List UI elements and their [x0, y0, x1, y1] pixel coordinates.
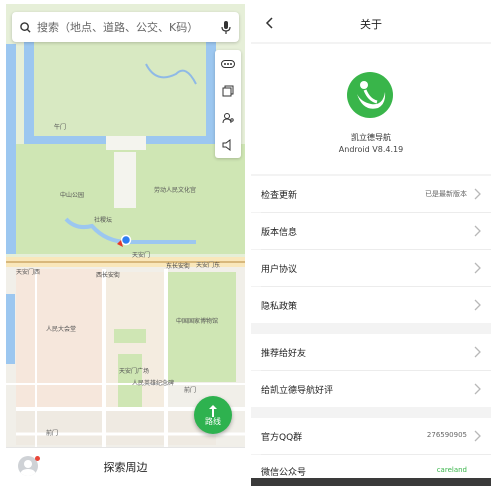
map-label-tiananmen-west: 天安门西 [16, 269, 41, 276]
app-version: Android V8.4.19 [338, 145, 404, 154]
search-input[interactable]: 搜索（地点、道路、公交、K码） [37, 19, 221, 35]
speaker-button[interactable] [217, 134, 239, 156]
microphone-icon[interactable] [221, 20, 231, 34]
map-label-xiangeting: 社稷坛 [94, 217, 113, 224]
map-label-subway-station: 前门 [46, 430, 59, 437]
chevron-right-icon [474, 383, 481, 395]
row-qq-group[interactable]: 官方QQ群 276590905 [251, 418, 491, 454]
explore-bar[interactable]: 探索周边 [6, 447, 245, 486]
row-label: 用户协议 [261, 265, 298, 275]
map-label-museum: 中国国家博物馆 [176, 318, 219, 325]
row-label: 官方QQ群 [261, 433, 303, 443]
speaker-icon [222, 138, 231, 151]
row-value: 276590905 [426, 431, 467, 439]
nav-bar: 关于 [251, 4, 491, 42]
map-label-tiananmen: 天安门 [132, 252, 151, 259]
layers-icon [222, 85, 234, 96]
row-recommend-friends[interactable]: 推荐给好友 [251, 334, 491, 370]
more-icon [221, 59, 235, 68]
chevron-right-icon [474, 225, 481, 237]
chevron-right-icon [474, 430, 481, 442]
route-button-label: 路线 [205, 416, 221, 426]
map-label-tiananmen-east: 天安门东 [196, 262, 221, 269]
map-label-wumen: 午门 [54, 124, 67, 131]
road-label-changan-west: 西长安街 [96, 272, 121, 279]
row-version-info[interactable]: 版本信息 [251, 213, 491, 249]
row-value: 已是最新版本 [425, 190, 467, 198]
row-privacy-policy[interactable]: 隐私政策 [251, 287, 491, 323]
page-title: 关于 [360, 18, 382, 31]
search-bar[interactable]: 搜索（地点、道路、公交、K码） [12, 12, 239, 42]
route-button[interactable]: 路线 [194, 396, 232, 434]
bottom-edge [251, 478, 491, 486]
road-label-changan-east: 东长安街 [166, 263, 191, 270]
map-label-qianmen: 前门 [184, 387, 197, 394]
chevron-right-icon [474, 299, 481, 311]
row-label: 隐私政策 [261, 302, 298, 312]
user-button[interactable] [217, 107, 239, 129]
app-info-card: 凯立德导航 Android V8.4.19 [251, 44, 491, 174]
more-button[interactable] [217, 53, 239, 75]
chevron-right-icon [474, 188, 481, 200]
row-label: 推荐给好友 [261, 349, 307, 359]
user-icon [222, 112, 234, 123]
app-name: 凯立德导航 [351, 133, 391, 142]
map-label-labor-palace: 劳动人民文化宫 [154, 187, 197, 194]
careland-logo-icon [347, 72, 393, 118]
about-screen: 关于 凯立德导航 Android V8.4.19 检查更新 已是最新版本 版本信… [251, 4, 491, 486]
layers-button[interactable] [217, 80, 239, 102]
row-label: 给凯立德导航好评 [261, 386, 334, 396]
map-screen: 午门 中山公园 劳动人民文化宫 社稷坛 天安门 天安门西 天安门东 人民大会堂 … [6, 4, 245, 486]
row-rate-app[interactable]: 给凯立德导航好评 [251, 371, 491, 407]
row-check-update[interactable]: 检查更新 已是最新版本 [251, 176, 491, 212]
map-label-monument: 人民英雄纪念碑 [132, 380, 175, 387]
explore-nearby-label[interactable]: 探索周边 [6, 459, 245, 475]
map-label-zhongshan-park: 中山公园 [60, 192, 85, 199]
row-label: 检查更新 [261, 191, 298, 201]
map-label-square: 天安门广场 [119, 368, 150, 375]
row-label: 微信公众号 [261, 468, 307, 478]
map-label-great-hall: 人民大会堂 [46, 326, 77, 333]
route-arrow-icon [209, 404, 217, 417]
map-tool-column [215, 50, 241, 158]
chevron-right-icon [474, 346, 481, 358]
row-label: 版本信息 [261, 228, 298, 238]
row-value: careland [436, 466, 467, 474]
search-icon [20, 21, 31, 33]
row-user-agreement[interactable]: 用户协议 [251, 250, 491, 286]
chevron-right-icon [474, 262, 481, 274]
